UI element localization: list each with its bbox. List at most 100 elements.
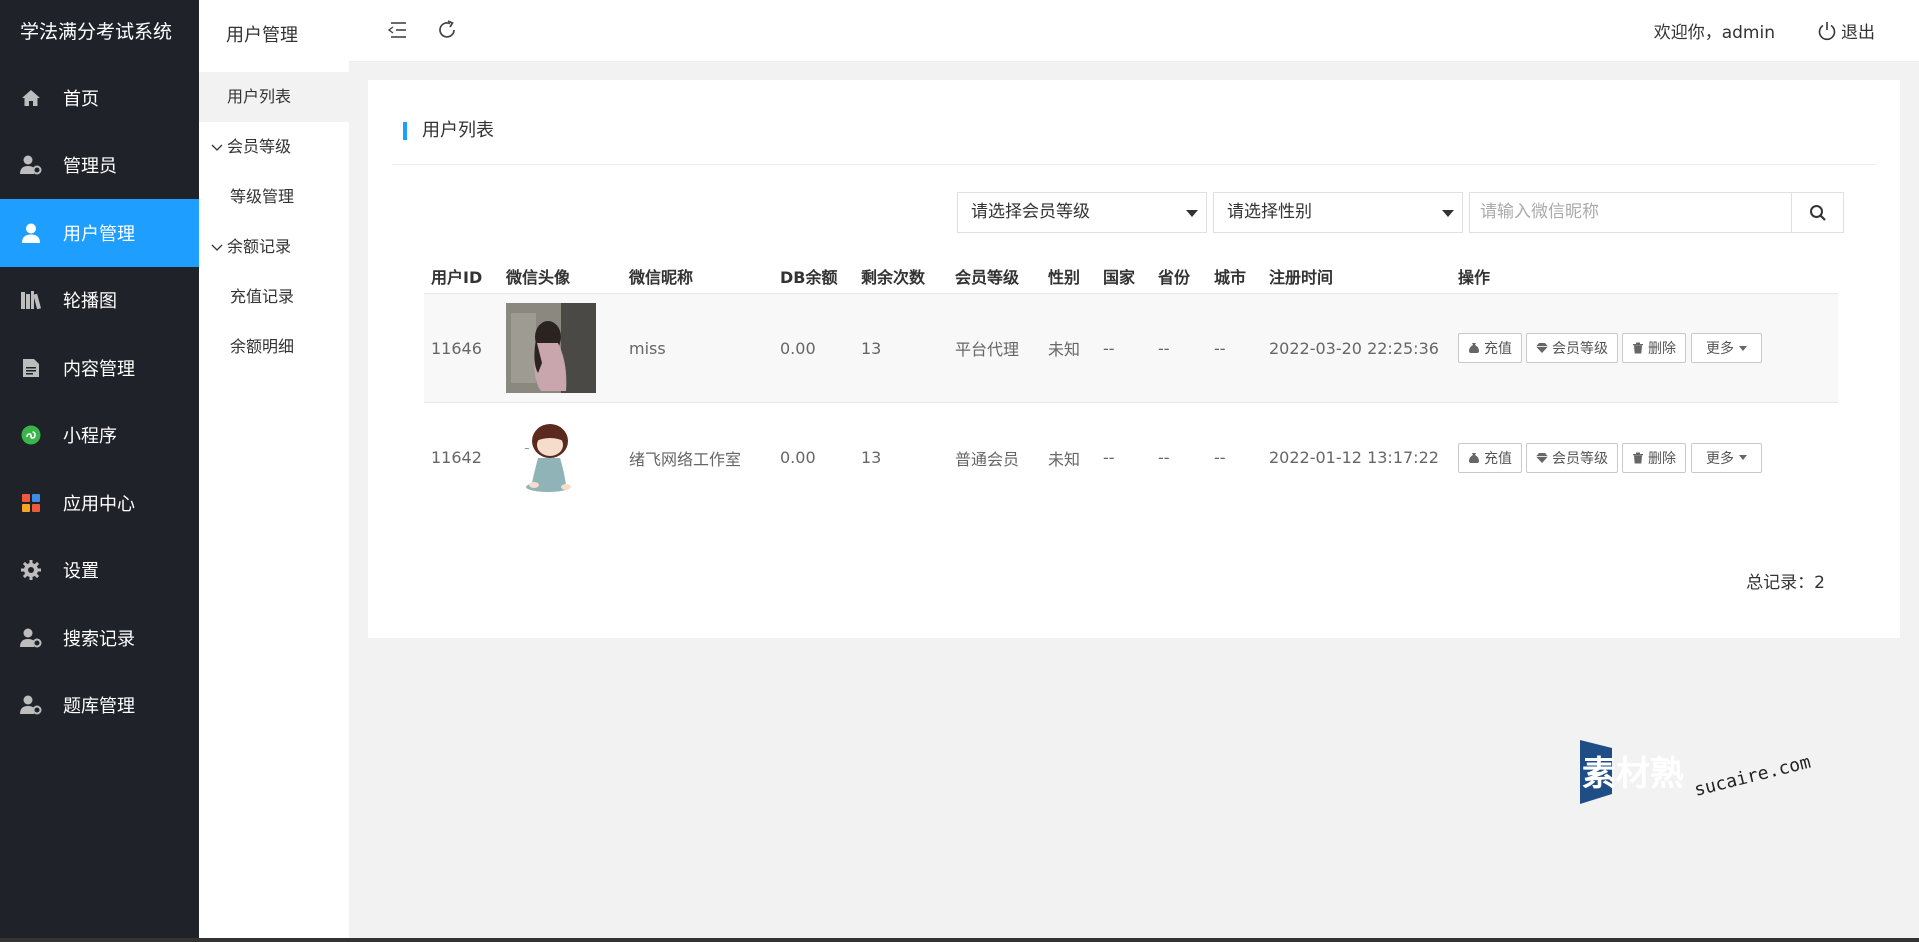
subnav-item-user-list[interactable]: 用户列表	[199, 72, 349, 122]
sidebar-item-label: 用户管理	[63, 223, 135, 245]
recharge-button[interactable]: 充值	[1458, 333, 1522, 363]
books-icon	[20, 289, 42, 311]
avatar: ~	[506, 412, 596, 503]
sub-sidebar: 用户管理 用户列表 会员等级 等级管理 余额记录 充值记录 余额明细	[199, 0, 349, 942]
btn-label: 充值	[1484, 450, 1512, 467]
more-dropdown-button[interactable]: 更多	[1691, 333, 1762, 363]
gear-icon	[20, 559, 42, 581]
search-icon	[1809, 204, 1826, 221]
cell-nickname: 绪飞网络工作室	[629, 449, 742, 469]
more-dropdown-button[interactable]: 更多	[1691, 442, 1762, 473]
apps-grid-icon	[20, 492, 42, 514]
nickname-search-input[interactable]: 请输入微信昵称	[1469, 192, 1792, 233]
money-bag-icon	[1469, 343, 1479, 353]
sidebar-item-label: 题库管理	[63, 696, 135, 718]
card-title: 用户列表	[403, 122, 494, 140]
col-balance: DB余额	[780, 268, 838, 287]
col-level: 会员等级	[955, 268, 1020, 287]
sidebar-item-label: 首页	[63, 88, 99, 110]
col-actions: 操作	[1458, 268, 1491, 287]
col-country: 国家	[1103, 268, 1136, 287]
sidebar-item-app-center[interactable]: 应用中心	[0, 469, 199, 537]
welcome-text: 欢迎你，admin	[1653, 23, 1775, 43]
table-header: 用户ID 微信头像 微信昵称 DB余额 剩余次数 会员等级 性别 国家 省份 城…	[424, 258, 1838, 294]
watermark-logo: 素材熟 sucaire.com	[1578, 738, 1828, 808]
sidebar-item-miniprogram[interactable]: 小程序	[0, 402, 199, 470]
app-title: 学法满分考试系统	[20, 21, 173, 43]
sidebar-item-users[interactable]: 用户管理	[0, 199, 199, 267]
cell-user-id: 11646	[431, 338, 482, 358]
subnav-item-recharge-records[interactable]: 充值记录	[199, 272, 349, 322]
btn-label: 会员等级	[1552, 450, 1608, 467]
subnav-group-balance-records[interactable]: 余额记录	[199, 222, 349, 272]
sidebar-item-carousel[interactable]: 轮播图	[0, 267, 199, 335]
power-icon	[1818, 21, 1836, 40]
cell-actions: 充值 会员等级 删除 更多	[1458, 403, 1762, 512]
subnav-group-member-level[interactable]: 会员等级	[199, 122, 349, 172]
watermark-brand: 素材熟	[1582, 754, 1684, 794]
logout-button[interactable]: 退出	[1817, 18, 1875, 43]
refresh-icon[interactable]	[435, 18, 459, 42]
search-button[interactable]	[1791, 192, 1844, 233]
subnav-item-balance-detail[interactable]: 余额明细	[199, 322, 349, 372]
cell-gender: 未知	[1048, 340, 1081, 359]
total-records: 总记录：2	[1746, 573, 1825, 593]
sidebar-item-label: 应用中心	[63, 493, 135, 515]
gender-select[interactable]: 请选择性别	[1213, 192, 1463, 233]
cell-registered: 2022-03-20 22:25:36	[1269, 338, 1439, 358]
home-icon	[20, 87, 42, 109]
table-row: 11642 ~ 绪飞网络工作室 0.00 13 普通会员 未知 -- -- --…	[424, 403, 1838, 512]
col-nickname: 微信昵称	[629, 268, 694, 287]
cell-province: --	[1158, 448, 1170, 467]
sidebar-item-content[interactable]: 内容管理	[0, 334, 199, 402]
cell-level: 平台代理	[955, 340, 1020, 359]
document-icon	[20, 357, 42, 379]
trash-icon	[1633, 342, 1643, 354]
cell-city: --	[1214, 338, 1226, 358]
cell-level: 普通会员	[955, 449, 1020, 469]
member-level-button[interactable]: 会员等级	[1526, 442, 1618, 473]
avatar	[506, 303, 596, 393]
sidebar-item-settings[interactable]: 设置	[0, 537, 199, 605]
cell-avatar: ~	[506, 403, 596, 512]
cell-remaining: 13	[861, 338, 882, 358]
sidebar-item-label: 设置	[63, 561, 99, 583]
delete-button[interactable]: 删除	[1622, 442, 1686, 473]
cell-actions: 充值 会员等级 删除 更多	[1458, 294, 1762, 402]
diamond-icon	[1536, 452, 1548, 463]
menu-fold-icon[interactable]	[385, 18, 409, 42]
chevron-down-icon	[211, 244, 223, 251]
cell-city: --	[1214, 448, 1226, 467]
btn-label: 删除	[1648, 450, 1676, 467]
sidebar-item-label: 轮播图	[63, 291, 117, 313]
top-header: 欢迎你，admin 退出	[349, 0, 1919, 62]
money-bag-icon	[1469, 452, 1479, 463]
col-remaining: 剩余次数	[861, 268, 926, 287]
diamond-icon	[1536, 343, 1548, 353]
caret-down-icon	[1739, 455, 1747, 460]
cell-province: --	[1158, 338, 1170, 358]
user-icon	[20, 222, 42, 244]
member-level-select[interactable]: 请选择会员等级	[957, 192, 1207, 233]
col-user-id: 用户ID	[431, 268, 483, 287]
sidebar-item-search-records[interactable]: 搜索记录	[0, 604, 199, 672]
col-city: 城市	[1214, 268, 1247, 287]
col-avatar: 微信头像	[506, 268, 571, 287]
member-level-button[interactable]: 会员等级	[1526, 333, 1618, 363]
recharge-button[interactable]: 充值	[1458, 442, 1522, 473]
sidebar-item-home[interactable]: 首页	[0, 64, 199, 132]
btn-label: 充值	[1484, 341, 1512, 357]
cell-registered: 2022-01-12 13:17:22	[1269, 448, 1439, 467]
select-value: 请选择性别	[1227, 202, 1312, 222]
delete-button[interactable]: 删除	[1622, 333, 1686, 363]
trash-icon	[1633, 452, 1643, 463]
caret-down-icon	[1186, 210, 1198, 217]
cell-nickname: miss	[629, 338, 666, 358]
subnav-item-level-manage[interactable]: 等级管理	[199, 172, 349, 222]
btn-label: 更多	[1706, 341, 1734, 357]
miniprogram-icon	[20, 424, 42, 446]
sidebar-item-question-bank[interactable]: 题库管理	[0, 672, 199, 740]
sidebar-item-admin[interactable]: 管理员	[0, 132, 199, 200]
cell-user-id: 11642	[431, 448, 482, 467]
table-row: 11646 miss 0.00 13 平台代理 未知 -- -- -- 2022…	[424, 294, 1838, 403]
